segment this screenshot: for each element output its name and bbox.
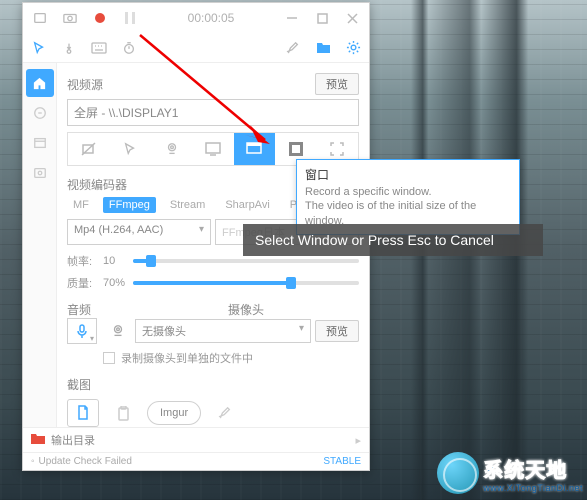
watermark-title: 系统天地 bbox=[483, 454, 583, 483]
keyboard-icon[interactable] bbox=[91, 40, 107, 56]
overlay-message: Select Window or Press Esc to Cancel bbox=[243, 224, 543, 256]
quality-value: 70% bbox=[103, 277, 127, 289]
titlebar: 00:00:05 bbox=[23, 3, 369, 33]
imgur-button[interactable]: Imgur bbox=[147, 401, 201, 425]
timer: 00:00:05 bbox=[147, 11, 275, 25]
sidebar-item-2[interactable] bbox=[26, 99, 54, 127]
framerate-label: 帧率: bbox=[67, 253, 97, 269]
quality-slider[interactable] bbox=[133, 281, 359, 285]
cursor-icon[interactable] bbox=[31, 40, 47, 56]
screenshot-button[interactable] bbox=[27, 5, 53, 31]
sidebar-item-3[interactable] bbox=[26, 129, 54, 157]
enc-tab-stream[interactable]: Stream bbox=[164, 197, 211, 213]
output-label: 输出目录 bbox=[51, 432, 349, 448]
enc-tab-ffmpeg[interactable]: FFmpeg bbox=[103, 197, 156, 213]
capture-window[interactable] bbox=[234, 133, 275, 165]
preview-button[interactable]: 预览 bbox=[315, 73, 359, 95]
capture-off[interactable] bbox=[68, 133, 109, 165]
output-folder-icon[interactable] bbox=[31, 433, 45, 448]
camera-title: 摄像头 bbox=[228, 301, 359, 318]
framerate-value: 10 bbox=[103, 255, 127, 267]
webcam-icon[interactable] bbox=[105, 319, 131, 343]
enc-tab-mf[interactable]: MF bbox=[67, 197, 95, 213]
framerate-slider[interactable] bbox=[133, 259, 359, 263]
screenshot-title: 截图 bbox=[67, 376, 359, 393]
capture-screen[interactable] bbox=[192, 133, 233, 165]
quality-row: 质量: 70% bbox=[67, 275, 359, 291]
record-button[interactable] bbox=[87, 5, 113, 31]
audio-title: 音频 bbox=[67, 301, 198, 318]
toolbar bbox=[23, 33, 369, 63]
camera-preview-button[interactable]: 预览 bbox=[315, 320, 359, 342]
output-chevron-icon[interactable]: ▸ bbox=[355, 434, 361, 447]
capture-webcam[interactable] bbox=[151, 133, 192, 165]
format-select[interactable]: Mp4 (H.264, AAC) bbox=[67, 219, 211, 245]
close-button[interactable] bbox=[339, 5, 365, 31]
video-source-title: 视频源 bbox=[67, 76, 315, 93]
mic-button[interactable] bbox=[67, 318, 97, 344]
display-select[interactable]: 全屏 - \\.\DISPLAY1 bbox=[67, 99, 359, 126]
enc-tab-sharpavi[interactable]: SharpAvi bbox=[219, 197, 275, 213]
ss-edit-button[interactable] bbox=[209, 399, 241, 427]
footer: 输出目录 ▸ bbox=[23, 427, 369, 452]
watermark-url: www.XiTongTianDi.net bbox=[483, 483, 583, 493]
timer-icon[interactable] bbox=[121, 40, 137, 56]
channel-label: STABLE bbox=[323, 456, 361, 467]
camera-separate-checkbox[interactable] bbox=[103, 352, 115, 364]
sidebar-home[interactable] bbox=[26, 69, 54, 97]
ss-clipboard-button[interactable] bbox=[107, 399, 139, 427]
camera-checkbox-label: 录制摄像头到单独的文件中 bbox=[121, 350, 253, 366]
capture-cursor[interactable] bbox=[109, 133, 150, 165]
status-bullet-icon: ◦ bbox=[31, 456, 35, 467]
click-icon[interactable] bbox=[61, 40, 77, 56]
pause-button[interactable] bbox=[117, 5, 143, 31]
status-message: Update Check Failed bbox=[39, 456, 324, 467]
maximize-button[interactable] bbox=[309, 5, 335, 31]
camera-button[interactable] bbox=[57, 5, 83, 31]
folder-icon[interactable] bbox=[315, 40, 331, 56]
gear-icon[interactable] bbox=[345, 40, 361, 56]
watermark-logo-icon bbox=[437, 452, 479, 494]
sidebar bbox=[23, 63, 57, 427]
watermark: 系统天地 www.XiTongTianDi.net bbox=[437, 452, 583, 494]
sidebar-item-4[interactable] bbox=[26, 159, 54, 187]
quality-label: 质量: bbox=[67, 275, 97, 291]
tooltip-line1: Record a specific window. bbox=[305, 185, 511, 199]
statusbar: ◦ Update Check Failed STABLE bbox=[23, 452, 369, 470]
tooltip-title: 窗口 bbox=[305, 166, 511, 183]
camera-select[interactable]: 无摄像头 bbox=[135, 319, 311, 343]
minimize-button[interactable] bbox=[279, 5, 305, 31]
ss-save-button[interactable] bbox=[67, 399, 99, 427]
brush-icon[interactable] bbox=[285, 40, 301, 56]
